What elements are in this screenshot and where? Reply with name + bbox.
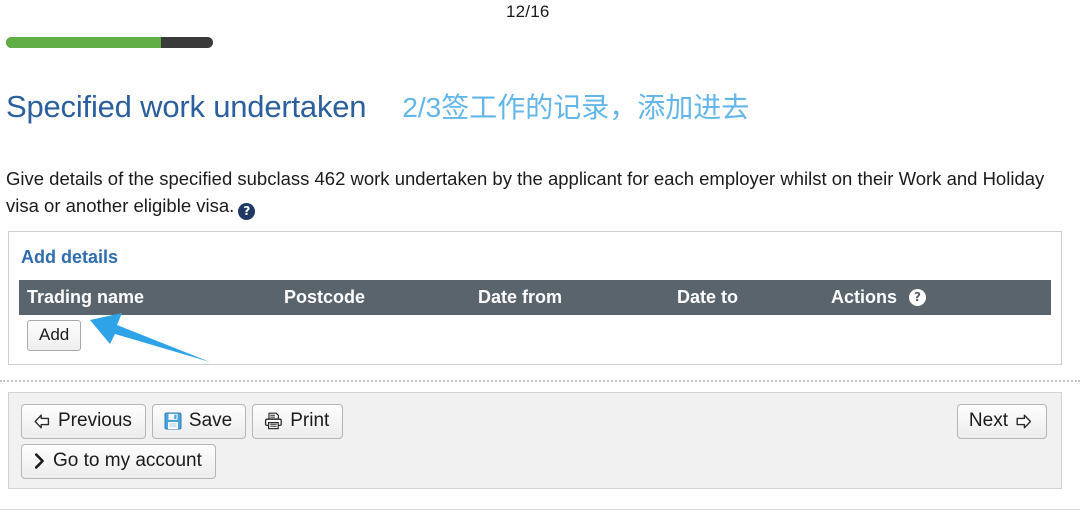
floppy-disk-save-icon xyxy=(164,412,182,430)
column-header-actions-label: Actions xyxy=(831,287,898,307)
column-header-actions: Actions ? xyxy=(831,287,927,308)
column-header-date-from: Date from xyxy=(478,287,563,307)
nav-right-group: Next xyxy=(956,404,1047,439)
column-header-postcode: Postcode xyxy=(284,287,366,307)
table-header-row: Trading name Postcode Date from Date to … xyxy=(19,280,1051,315)
nav-primary-row: Previous Save Print xyxy=(21,404,344,439)
printer-icon xyxy=(264,412,283,430)
table-body: Add xyxy=(19,315,1051,351)
go-to-my-account-label: Go to my account xyxy=(53,450,202,471)
column-header-date-to: Date to xyxy=(677,287,739,307)
add-details-label: Add details xyxy=(21,247,119,267)
help-circle-icon[interactable]: ? xyxy=(238,202,256,220)
actions-help-circle-icon[interactable]: ? xyxy=(909,289,927,306)
save-button-label: Save xyxy=(188,410,233,431)
next-button-label: Next xyxy=(968,410,1008,431)
intro-text: Give details of the specified subclass 4… xyxy=(6,167,1045,216)
page-title: Specified work undertaken xyxy=(6,89,367,124)
arrow-left-icon xyxy=(33,413,51,430)
intro-paragraph: Give details of the specified subclass 4… xyxy=(6,165,1068,220)
page-heading: Specified work undertaken 2/3签工作的记录，添加进去 xyxy=(6,86,749,128)
nav-left-group: Previous Save Print Go to my account xyxy=(21,404,344,479)
specified-work-table: Trading name Postcode Date from Date to … xyxy=(19,280,1051,351)
progress-bar-track xyxy=(6,37,213,48)
save-button[interactable]: Save xyxy=(151,404,247,439)
form-navigation-bar: Previous Save Print Go to my account Nex… xyxy=(8,392,1062,489)
progress-bar-fill xyxy=(6,37,162,48)
column-header-trading-name: Trading name xyxy=(27,287,145,307)
previous-button-label: Previous xyxy=(58,410,132,431)
chevron-right-icon xyxy=(33,452,46,470)
print-button-label: Print xyxy=(290,410,330,431)
go-to-my-account-button[interactable]: Go to my account xyxy=(21,444,216,479)
arrow-right-icon xyxy=(1015,413,1033,430)
next-button[interactable]: Next xyxy=(956,404,1047,439)
section-divider xyxy=(0,380,1080,382)
add-details-panel: Add details Trading name Postcode Date f… xyxy=(8,231,1062,365)
page-title-annotation: 2/3签工作的记录，添加进去 xyxy=(402,92,750,123)
progress-area: 12/16 xyxy=(0,0,1080,60)
previous-button[interactable]: Previous xyxy=(21,404,146,439)
page-bottom-rule xyxy=(0,509,1080,510)
progress-counter: 12/16 xyxy=(506,2,550,21)
print-button[interactable]: Print xyxy=(252,404,344,439)
add-button[interactable]: Add xyxy=(27,320,82,351)
